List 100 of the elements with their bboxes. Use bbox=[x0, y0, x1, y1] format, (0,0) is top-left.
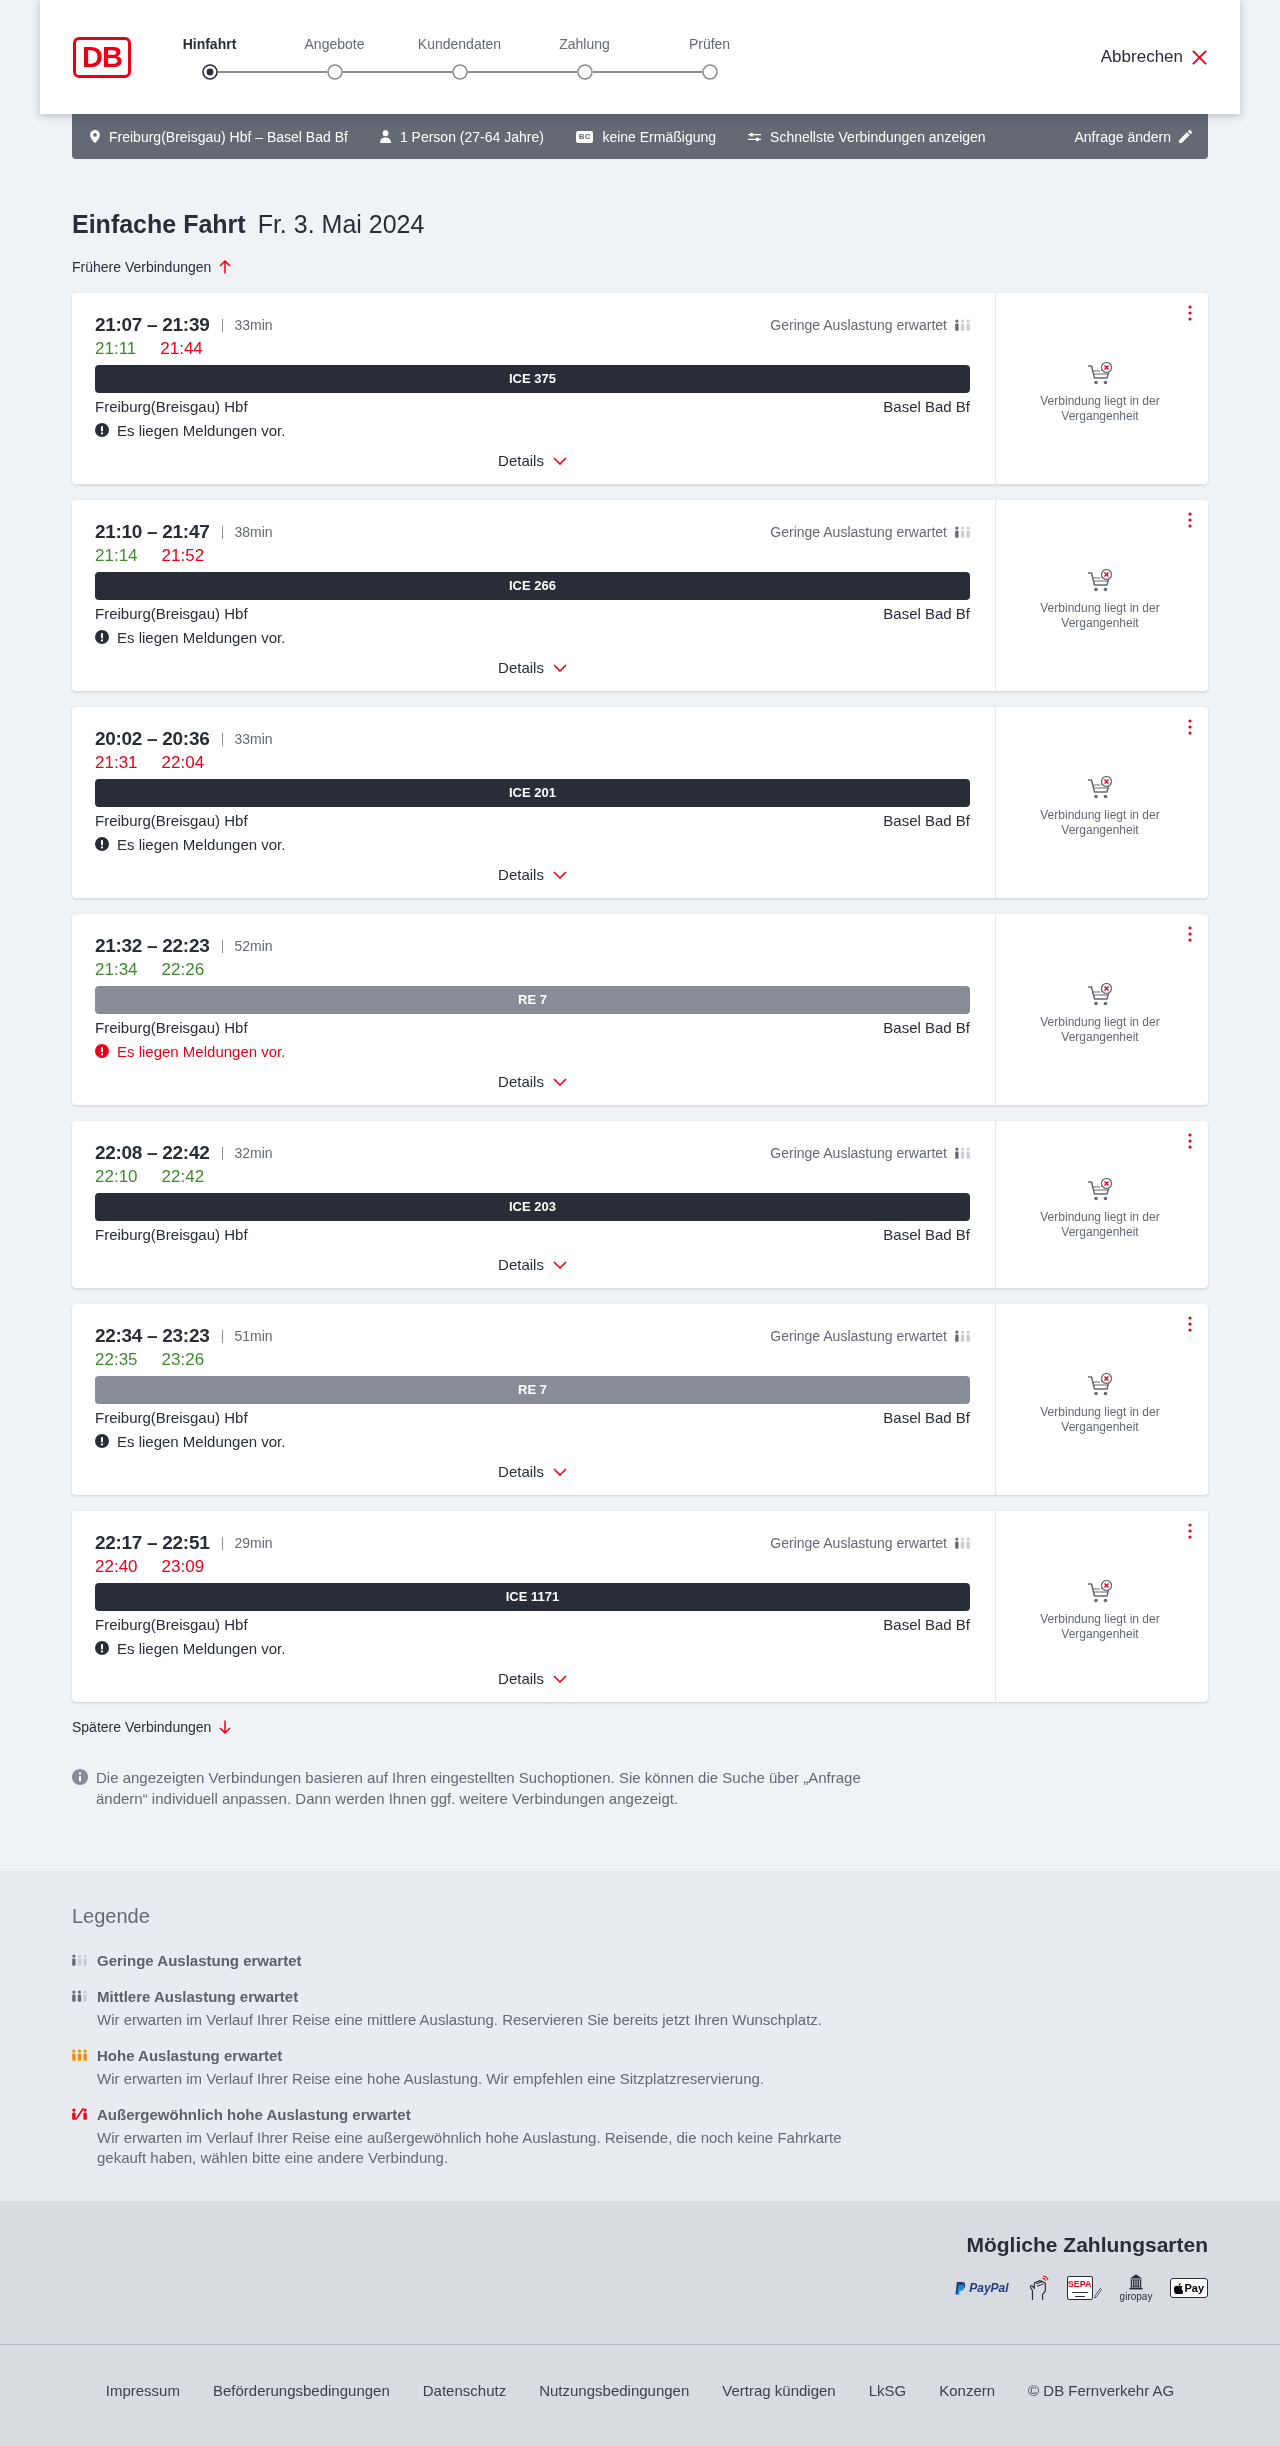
building-icon bbox=[1129, 2274, 1143, 2290]
footer-link[interactable]: Datenschutz bbox=[422, 2381, 507, 2401]
origin-station: Freiburg(Breisgau) Hbf bbox=[95, 1408, 248, 1428]
realtime-arrival: 23:09 bbox=[161, 1557, 205, 1577]
earlier-connections-link[interactable]: Frühere Verbindungen bbox=[72, 257, 232, 277]
legend-label: Mittlere Auslastung erwartet bbox=[97, 1987, 299, 2005]
origin-station: Freiburg(Breisgau) Hbf bbox=[95, 811, 248, 831]
more-options-icon[interactable] bbox=[1188, 719, 1192, 735]
trip-type-title: Einfache Fahrt bbox=[72, 209, 246, 239]
destination-station: Basel Bad Bf bbox=[883, 397, 970, 417]
duration-text: 38min bbox=[234, 524, 273, 540]
occupancy-text: Geringe Auslastung erwartet bbox=[770, 524, 947, 540]
cart-x-icon bbox=[1087, 982, 1113, 1007]
departure-arrival-times: 20:02 – 20:36 bbox=[95, 728, 210, 750]
details-button[interactable]: Details bbox=[498, 1254, 567, 1276]
payment-label: Pay bbox=[1184, 2282, 1204, 2294]
payment-methods-title: Mögliche Zahlungsarten bbox=[966, 2232, 1208, 2258]
departure-arrival-times: 22:17 – 22:51 bbox=[95, 1532, 210, 1554]
train-bar: RE 7 bbox=[95, 1376, 970, 1404]
more-options-icon[interactable] bbox=[1188, 512, 1192, 528]
past-connection-text: Verbindung liegt in der Vergangenheit bbox=[1039, 1611, 1161, 1642]
legend-label: Außergewöhnlich hohe Auslastung erwartet bbox=[97, 2105, 411, 2123]
train-bar: ICE 201 bbox=[95, 779, 970, 807]
details-button[interactable]: Details bbox=[498, 657, 567, 679]
origin-station: Freiburg(Breisgau) Hbf bbox=[95, 1018, 248, 1038]
origin-station: Freiburg(Breisgau) Hbf bbox=[95, 604, 248, 624]
legend-title: Legende bbox=[72, 1904, 151, 1929]
message-text: Es liegen Meldungen vor. bbox=[117, 1042, 286, 1060]
details-button[interactable]: Details bbox=[498, 1668, 567, 1690]
info-icon bbox=[72, 1769, 88, 1785]
cancel-button[interactable]: Abbrechen bbox=[1100, 47, 1208, 67]
step-label: Hinfahrt bbox=[182, 34, 237, 53]
occupancy-people-icon bbox=[955, 1537, 970, 1549]
past-connection-text: Verbindung liegt in der Vergangenheit bbox=[1039, 1014, 1161, 1045]
occupancy-text: Geringe Auslastung erwartet bbox=[770, 1328, 947, 1344]
occupancy-people-icon bbox=[72, 1954, 87, 1966]
payment-label: PayPal bbox=[969, 2281, 1009, 2295]
departure-arrival-times: 22:08 – 22:42 bbox=[95, 1142, 210, 1164]
realtime-arrival: 22:04 bbox=[161, 753, 205, 773]
travellers-text: 1 Person (27-64 Jahre) bbox=[399, 128, 544, 145]
details-button[interactable]: Details bbox=[498, 1461, 567, 1483]
details-button[interactable]: Details bbox=[498, 450, 567, 472]
destination-station: Basel Bad Bf bbox=[883, 1408, 970, 1428]
details-button[interactable]: Details bbox=[498, 1071, 567, 1093]
later-connections-link[interactable]: Spätere Verbindungen bbox=[72, 1717, 232, 1737]
footer-link[interactable]: LkSG bbox=[868, 2381, 907, 2401]
realtime-departure: 21:14 bbox=[95, 546, 138, 566]
occupancy-people-icon bbox=[955, 319, 970, 331]
realtime-departure: 21:11 bbox=[95, 339, 137, 359]
origin-station: Freiburg(Breisgau) Hbf bbox=[95, 1225, 248, 1245]
footer-link[interactable]: Vertrag kündigen bbox=[722, 2381, 836, 2401]
discount-text: keine Ermäßigung bbox=[602, 128, 717, 145]
cart-x-icon bbox=[1087, 1177, 1113, 1202]
person-icon bbox=[379, 130, 391, 143]
discount-card-badge: BC bbox=[575, 130, 594, 143]
occupancy-people-icon bbox=[72, 1990, 87, 2002]
legend-description: Wir erwarten im Verlauf Ihrer Reise eine hohe Auslastung. Wir empfehlen eine Sitzplatzreservierung. bbox=[97, 2069, 765, 2089]
past-connection-text: Verbindung liegt in der Vergangenheit bbox=[1039, 1404, 1161, 1435]
more-options-icon[interactable] bbox=[1188, 1316, 1192, 1332]
footer-link[interactable]: Konzern bbox=[939, 2381, 996, 2401]
edit-request-button[interactable]: Anfrage ändern bbox=[1074, 128, 1192, 145]
footer-link[interactable]: Nutzungsbedingungen bbox=[539, 2381, 690, 2401]
more-options-icon[interactable] bbox=[1188, 305, 1192, 321]
legend-description: Wir erwarten im Verlauf Ihrer Reise eine außergewöhnlich hohe Auslastung. Reisende, die noch keine Fahrkarte gekauft haben, wählen bitte eine andere Verbindung. bbox=[97, 2128, 843, 2168]
duration-text: 29min bbox=[234, 1535, 273, 1551]
train-bar: ICE 203 bbox=[95, 1193, 970, 1221]
chevron-down-icon bbox=[552, 1261, 567, 1269]
more-options-icon[interactable] bbox=[1188, 926, 1192, 942]
realtime-departure: 21:34 bbox=[95, 960, 138, 980]
arrow-down-icon bbox=[219, 1720, 232, 1734]
destination-station: Basel Bad Bf bbox=[883, 604, 970, 624]
realtime-departure: 22:10 bbox=[95, 1167, 138, 1187]
message-text: Es liegen Meldungen vor. bbox=[117, 1432, 286, 1450]
chevron-down-icon bbox=[552, 664, 567, 672]
step-label: Kundendaten bbox=[417, 34, 502, 53]
message-text: Es liegen Meldungen vor. bbox=[117, 835, 286, 853]
destination-station: Basel Bad Bf bbox=[883, 1615, 970, 1635]
details-button[interactable]: Details bbox=[498, 864, 567, 886]
origin-station: Freiburg(Breisgau) Hbf bbox=[95, 397, 248, 417]
more-options-icon[interactable] bbox=[1188, 1523, 1192, 1539]
more-options-icon[interactable] bbox=[1188, 1133, 1192, 1149]
train-bar: ICE 375 bbox=[95, 365, 970, 393]
close-icon bbox=[1191, 48, 1208, 66]
message-text: Es liegen Meldungen vor. bbox=[117, 628, 286, 646]
footer-link[interactable]: Impressum bbox=[105, 2381, 180, 2401]
cart-x-icon bbox=[1087, 775, 1113, 800]
past-connection-text: Verbindung liegt in der Vergangenheit bbox=[1039, 393, 1161, 424]
occupancy-text: Geringe Auslastung erwartet bbox=[770, 1145, 947, 1161]
step-label: Angebote bbox=[304, 34, 365, 53]
step-label: Prüfen bbox=[688, 34, 731, 53]
realtime-arrival: 23:26 bbox=[161, 1350, 205, 1370]
realtime-departure: 22:40 bbox=[95, 1557, 138, 1577]
message-text: Es liegen Meldungen vor. bbox=[117, 421, 286, 439]
train-bar: ICE 266 bbox=[95, 572, 970, 600]
cart-x-icon bbox=[1087, 568, 1113, 593]
occupancy-people-icon bbox=[955, 1330, 970, 1342]
apple-icon bbox=[1174, 2282, 1184, 2294]
departure-arrival-times: 22:34 – 23:23 bbox=[95, 1325, 210, 1347]
footer-link[interactable]: Beförderungsbedingungen bbox=[212, 2381, 390, 2401]
logo[interactable]: DB bbox=[73, 36, 131, 78]
